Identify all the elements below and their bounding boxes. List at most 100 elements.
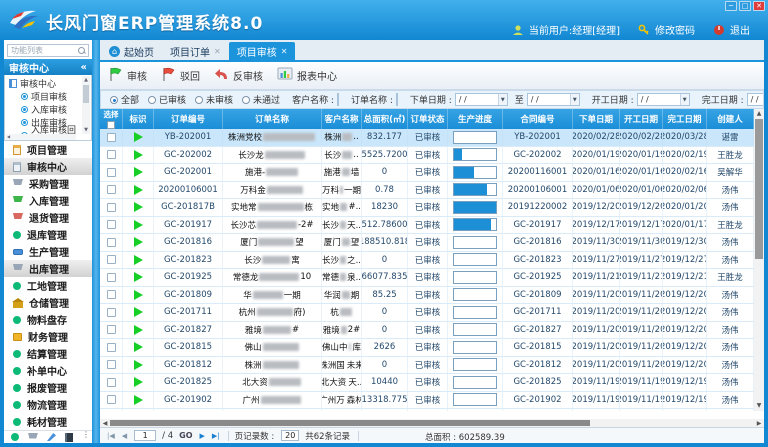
change-password-link[interactable]: 修改密码 xyxy=(655,22,695,37)
column-header-9[interactable]: 合同编号 xyxy=(503,109,573,129)
sidebar-module-7[interactable]: 生产管理 xyxy=(4,243,92,260)
tab-3[interactable]: 项目审核✕ xyxy=(229,42,296,60)
cart-icon[interactable] xyxy=(28,433,38,439)
column-header-5[interactable]: 客户名称 xyxy=(322,109,362,129)
scroll-up-icon[interactable]: ▲ xyxy=(82,76,90,84)
customer-name-input[interactable] xyxy=(337,93,339,106)
scroll-up-icon[interactable]: ▲ xyxy=(754,109,764,119)
pen-icon[interactable] xyxy=(47,433,56,441)
prev-page-button[interactable]: ◀ xyxy=(122,432,127,440)
table-row[interactable]: 20200106001万科金万科一期0.78已审核202001060012020… xyxy=(100,182,754,200)
row-checkbox[interactable] xyxy=(107,343,116,352)
start-date-input[interactable]: / /▼ xyxy=(637,93,690,106)
table-vertical-scrollbar[interactable]: ▲ ▼ xyxy=(754,109,764,411)
radio-1[interactable]: 全部 xyxy=(110,93,139,106)
close-tab-icon[interactable]: ✕ xyxy=(281,47,288,56)
table-row[interactable]: YB-202001株洲党校株洲..832.177已审核YB-2020012020… xyxy=(100,129,754,147)
sidebar-module-11[interactable]: 物料盘存 xyxy=(4,311,92,328)
scroll-right-icon[interactable]: ▶ xyxy=(754,420,764,427)
sidebar-module-5[interactable]: 退货管理 xyxy=(4,209,92,226)
sidebar-module-8[interactable]: 出库管理 xyxy=(4,260,92,277)
sidebar-module-14[interactable]: 补单中心 xyxy=(4,362,92,379)
table-row[interactable]: GC-201809华一期华润期85.25已审核GC-2018092019/11/… xyxy=(100,287,754,305)
row-checkbox[interactable] xyxy=(107,220,116,229)
sidebar-module-1[interactable]: 项目管理 xyxy=(4,141,92,158)
sidebar-panel-header[interactable]: 审核中心 « xyxy=(4,59,92,75)
book-icon[interactable] xyxy=(65,433,73,442)
column-header-1[interactable]: 选择 xyxy=(100,109,123,129)
sidebar-module-2[interactable]: 审核中心 xyxy=(4,158,92,175)
order-name-input[interactable] xyxy=(396,93,398,106)
finish-date-input[interactable]: / / xyxy=(747,93,764,106)
horizontal-scroll-thumb[interactable] xyxy=(110,420,590,426)
sidebar-module-15[interactable]: 报废管理 xyxy=(4,379,92,396)
order-date-to-input[interactable]: / /▼ xyxy=(527,93,580,106)
sidebar-splitter[interactable] xyxy=(92,40,100,443)
column-header-11[interactable]: 开工日期 xyxy=(620,109,663,129)
table-row[interactable]: GC-201815佛山佛山中库2626已审核GC-2018152019/11/2… xyxy=(100,339,754,357)
chevron-down-icon[interactable]: ▼ xyxy=(498,94,507,105)
table-row[interactable]: GC-201817B实地常栋实地#..18230已审核2019122000220… xyxy=(100,199,754,217)
row-checkbox[interactable] xyxy=(107,185,116,194)
scroll-down-icon[interactable]: ▼ xyxy=(82,126,90,134)
chevron-down-icon[interactable]: ▼ xyxy=(570,94,579,105)
table-horizontal-scrollbar[interactable]: ◀ ▶ xyxy=(100,419,764,427)
table-row[interactable]: GC-201925常德龙10常德泉..266077.835..已审核GC-201… xyxy=(100,269,754,287)
tree-vertical-scrollbar[interactable]: ▲ ▼ xyxy=(82,76,90,134)
row-checkbox[interactable] xyxy=(107,203,116,212)
maximize-button[interactable]: □ xyxy=(739,1,751,11)
column-header-8[interactable]: 生产进度 xyxy=(448,109,503,129)
order-date-from-input[interactable]: / /▼ xyxy=(455,93,508,106)
minimize-button[interactable]: ─ xyxy=(725,1,737,11)
sidebar-module-3[interactable]: 采购管理 xyxy=(4,175,92,192)
row-checkbox[interactable] xyxy=(107,308,116,317)
sidebar-module-17[interactable]: 耗材管理 xyxy=(4,413,92,430)
select-all-checkbox[interactable] xyxy=(107,121,115,129)
reject-button[interactable]: 驳回 xyxy=(161,67,200,85)
go-button[interactable]: GO xyxy=(179,431,192,440)
sidebar-module-6[interactable]: 退库管理 xyxy=(4,226,92,243)
last-page-button[interactable]: ▶| xyxy=(212,432,220,440)
table-row[interactable]: GC-201917长沙芯-2#长沙天..8512.78600..已审核GC-20… xyxy=(100,217,754,235)
column-header-12[interactable]: 完工日期 xyxy=(663,109,707,129)
chevron-down-icon[interactable]: ▼ xyxy=(680,94,689,105)
close-tab-icon[interactable]: ✕ xyxy=(214,47,221,56)
unaudit-button[interactable]: 反审核 xyxy=(214,68,263,84)
sidebar-module-16[interactable]: 物流管理 xyxy=(4,396,92,413)
tab-1[interactable]: ⌂起始页 xyxy=(101,42,162,60)
column-header-7[interactable]: 订单状态 xyxy=(408,109,448,129)
table-row[interactable]: GC-201902广州广州万森林13318.775已审核GC-201902201… xyxy=(100,392,754,410)
table-row[interactable]: GC-201…已审核GC-201…2019/11/…2019/11/…2019/… xyxy=(100,409,754,411)
collapse-icon[interactable]: « xyxy=(81,62,87,73)
table-row[interactable]: GC-201816厦门望厦门望188510.818已审核GC-201816201… xyxy=(100,234,754,252)
column-header-10[interactable]: 下单日期 xyxy=(573,109,620,129)
row-checkbox[interactable] xyxy=(107,273,116,282)
row-checkbox[interactable] xyxy=(107,325,116,334)
column-header-4[interactable]: 订单名称 xyxy=(223,109,322,129)
table-row[interactable]: GC-201823长沙寓长沙之..0已审核GC-2018232019/11/27… xyxy=(100,252,754,270)
table-row[interactable]: GC-202002长沙龙长沙..65525.7200..已审核GC-202002… xyxy=(100,147,754,165)
table-row[interactable]: GC-201711杭州府)杭0已审核GC-2017112019/11/20201… xyxy=(100,304,754,322)
row-checkbox[interactable] xyxy=(107,395,116,404)
dot-icon[interactable] xyxy=(11,433,19,441)
sidebar-module-9[interactable]: 工地管理 xyxy=(4,277,92,294)
overflow-icon[interactable]: ⋮ xyxy=(82,433,85,442)
audit-button[interactable]: 审核 xyxy=(108,67,147,85)
column-header-3[interactable]: 订单编号 xyxy=(154,109,223,129)
first-page-button[interactable]: |◀ xyxy=(107,432,115,440)
tree-item-2[interactable]: 入库审核 xyxy=(9,103,81,116)
row-checkbox[interactable] xyxy=(107,133,116,142)
radio-4[interactable]: 未通过 xyxy=(242,93,280,106)
table-row[interactable]: GC-201827雅境#雅境2#0已审核GC-2018272019/11/202… xyxy=(100,322,754,340)
radio-3[interactable]: 未审核 xyxy=(195,93,233,106)
tab-2[interactable]: 项目订单✕ xyxy=(162,42,229,60)
radio-2[interactable]: 已审核 xyxy=(148,93,186,106)
row-checkbox[interactable] xyxy=(107,255,116,264)
row-checkbox[interactable] xyxy=(107,150,116,159)
close-button[interactable]: ✕ xyxy=(753,1,765,11)
row-checkbox[interactable] xyxy=(107,238,116,247)
sidebar-module-13[interactable]: 结算管理 xyxy=(4,345,92,362)
scroll-down-icon[interactable]: ▼ xyxy=(754,401,764,411)
page-size-input[interactable]: 20 xyxy=(281,430,299,441)
row-checkbox[interactable] xyxy=(107,378,116,387)
